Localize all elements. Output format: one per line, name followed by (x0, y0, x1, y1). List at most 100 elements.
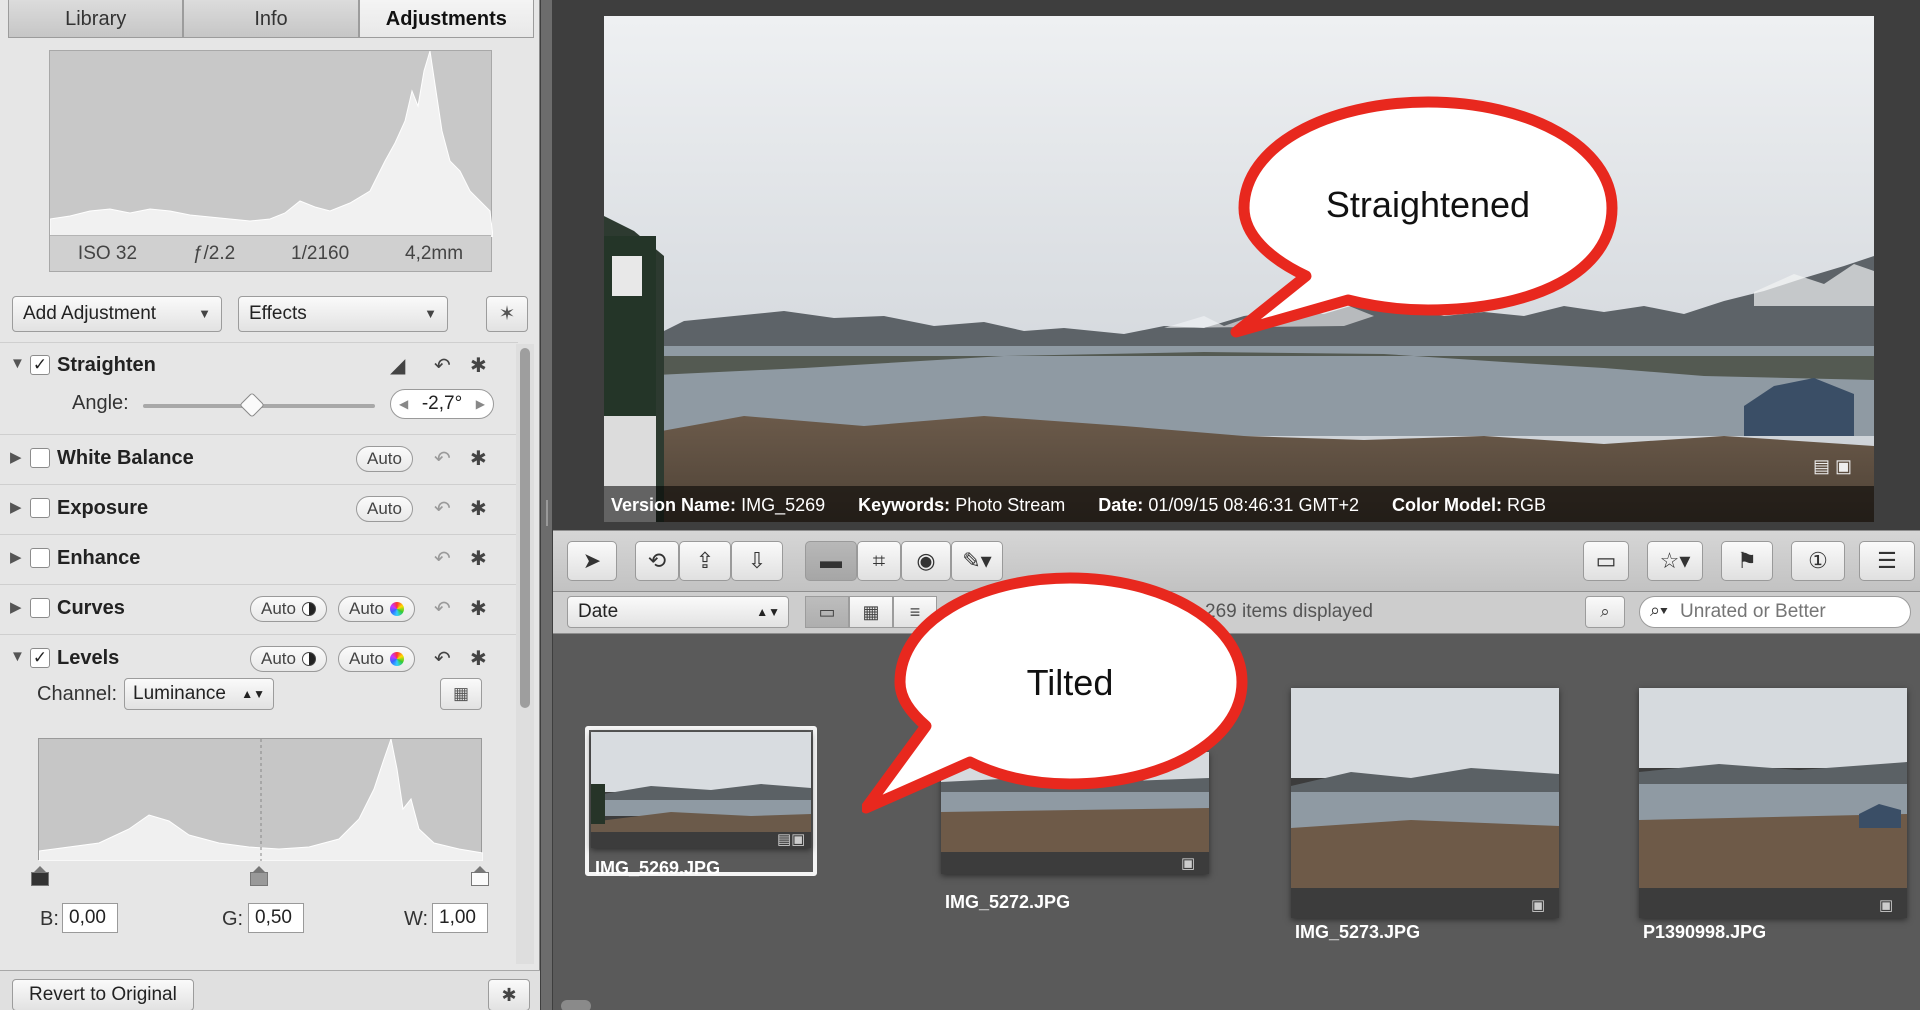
sort-select[interactable]: Date ▲▼ (567, 596, 789, 628)
revert-to-original-button[interactable]: Revert to Original (12, 979, 194, 1010)
disclosure-open-icon[interactable]: ▼ (10, 355, 25, 372)
keywords-value: Photo Stream (955, 495, 1066, 515)
curves-label: Curves (57, 597, 125, 619)
angle-slider-knob[interactable] (239, 392, 265, 418)
curves-auto-color-button[interactable]: Auto (338, 596, 415, 622)
flag-icon: ⚑ (1737, 548, 1757, 573)
callout-straightened: Straightened (1228, 96, 1628, 356)
rotate-icon: ⟲ (647, 548, 667, 573)
sort-value: Date (578, 601, 619, 622)
search-input[interactable] (1680, 599, 1904, 625)
share-menu-button[interactable]: ☆▾ (1647, 541, 1703, 581)
angle-value: -2,7° (421, 393, 463, 414)
arrow-right-icon[interactable]: ▶ (476, 390, 485, 418)
browser-scrollbar[interactable] (561, 1000, 591, 1010)
levels-b-label: B: (40, 908, 59, 930)
gear-icon[interactable]: ✱ (470, 546, 487, 571)
curves-auto-bw-button[interactable]: Auto (250, 596, 327, 622)
straighten-tool-button[interactable]: ▬ (805, 541, 857, 581)
angle-stepper[interactable]: ◀ -2,7° ▶ (390, 389, 494, 419)
adjusted-badge-icon: ▣ (1181, 855, 1196, 872)
disclosure-open-icon[interactable]: ▼ (10, 648, 25, 665)
levels-b-field[interactable]: 0,00 (62, 903, 118, 933)
add-adjustment-select[interactable]: Add Adjustment ▼ (12, 296, 222, 332)
thumbnail-img-5273[interactable]: ▣ (1291, 688, 1559, 918)
levels-quarter-tones-button[interactable]: ▦ (440, 678, 482, 710)
thumbnail-img-5269[interactable]: ▤▣ (591, 732, 811, 848)
levels-w-field[interactable]: 1,00 (432, 903, 488, 933)
photo-metadata-overlay: Version Name: IMG_5269 Keywords: Photo S… (611, 495, 1574, 516)
filter-hud-button[interactable]: ⌕ (1585, 596, 1625, 628)
inspector-footer: Revert to Original ✱ (0, 970, 540, 1010)
add-adjustment-label: Add Adjustment (23, 303, 157, 324)
effects-select[interactable]: Effects ▼ (238, 296, 448, 332)
scrollbar-thumb[interactable] (520, 348, 530, 708)
filmstrip-view-button[interactable]: ▭ (805, 596, 849, 628)
gear-icon[interactable]: ✱ (470, 596, 487, 621)
inspector-scrollbar[interactable] (516, 344, 534, 964)
levels-auto-bw-label: Auto (261, 649, 296, 668)
auto-enhance-button[interactable]: ✶ (486, 296, 528, 332)
curves-checkbox[interactable] (30, 598, 50, 618)
reset-icon: ↶ (434, 448, 451, 470)
levels-g-field[interactable]: 0,50 (248, 903, 304, 933)
arrow-pointer-icon: ➤ (582, 548, 602, 573)
gear-icon[interactable]: ✱ (470, 353, 487, 378)
primary-only-button[interactable]: ① (1791, 541, 1845, 581)
tab-library[interactable]: Library (8, 0, 184, 38)
thumbnail-p1390998[interactable]: ▣ (1639, 688, 1907, 918)
reset-icon: ↶ (434, 548, 451, 570)
disclosure-closed-icon[interactable]: ▶ (10, 498, 22, 516)
stamp-icon: ⇩ (747, 548, 767, 573)
histogram: ISO 32 ƒ/2.2 1/2160 4,2mm (49, 50, 493, 272)
search-field[interactable]: ⌕▾ (1639, 596, 1911, 628)
levels-black-point-slider[interactable] (31, 866, 49, 886)
date-label: Date: (1098, 495, 1144, 515)
levels-auto-color-button[interactable]: Auto (338, 646, 415, 672)
chevron-down-icon: ▼ (424, 306, 437, 321)
thumbnail-name: IMG_5272.JPG (945, 892, 1071, 912)
loupe-button[interactable]: ⚑ (1721, 541, 1773, 581)
levels-gray-point-slider[interactable] (250, 866, 268, 886)
divider-grip[interactable] (546, 500, 548, 526)
lift-tool-button[interactable]: ⇪ (679, 541, 731, 581)
tab-info[interactable]: Info (183, 0, 359, 38)
curves-auto-color-label: Auto (349, 599, 384, 618)
adjustment-enhance: ▶ Enhance ↶ ✱ (0, 538, 518, 578)
channel-select[interactable]: Luminance ▲▼ (124, 678, 274, 710)
rotate-tool-button[interactable]: ⟲ (635, 541, 679, 581)
reset-icon[interactable]: ↶ (434, 646, 451, 671)
white-balance-auto-button[interactable]: Auto (356, 446, 413, 472)
straighten-tool-icon[interactable]: ◢ (390, 353, 405, 378)
quarter-tones-icon: ▦ (452, 684, 470, 703)
levels-auto-bw-button[interactable]: Auto (250, 646, 327, 672)
enhance-checkbox[interactable] (30, 548, 50, 568)
stamp-tool-button[interactable]: ⇩ (731, 541, 783, 581)
viewer-mode-button[interactable]: ▭ (1583, 541, 1629, 581)
exposure-checkbox[interactable] (30, 498, 50, 518)
reset-icon[interactable]: ↶ (434, 353, 451, 378)
white-balance-checkbox[interactable] (30, 448, 50, 468)
exposure-auto-button[interactable]: Auto (356, 496, 413, 522)
keywords-label: Keywords: (858, 495, 951, 515)
divider (0, 484, 518, 485)
disclosure-closed-icon[interactable]: ▶ (10, 598, 22, 616)
gear-icon[interactable]: ✱ (488, 979, 530, 1010)
disclosure-closed-icon[interactable]: ▶ (10, 448, 22, 466)
straighten-checkbox[interactable]: ✓ (30, 355, 50, 375)
straighten-icon: ▬ (820, 548, 842, 573)
adjusted-badge-icon: ▤▣ (777, 831, 806, 848)
gear-icon[interactable]: ✱ (470, 646, 487, 671)
split-view-divider[interactable] (540, 0, 553, 1010)
gear-icon[interactable]: ✱ (470, 446, 487, 471)
layout-button[interactable]: ☰ (1859, 541, 1915, 581)
disclosure-closed-icon[interactable]: ▶ (10, 548, 22, 566)
gear-icon[interactable]: ✱ (470, 496, 487, 521)
levels-checkbox[interactable]: ✓ (30, 648, 50, 668)
adjustment-curves: ▶ Curves Auto Auto ↶ ✱ (0, 588, 518, 628)
selection-tool-button[interactable]: ➤ (567, 541, 617, 581)
arrow-left-icon[interactable]: ◀ (399, 390, 408, 418)
levels-white-point-slider[interactable] (471, 866, 489, 886)
color-model-value: RGB (1507, 495, 1547, 515)
tab-adjustments[interactable]: Adjustments (358, 0, 534, 38)
